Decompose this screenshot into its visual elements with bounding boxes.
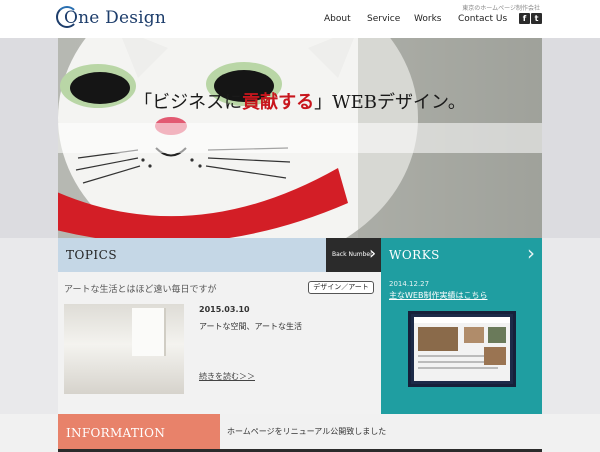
- screenshot-photo: [464, 327, 484, 343]
- chevron-right-icon: ›: [369, 243, 377, 264]
- nav-works[interactable]: Works: [414, 14, 441, 24]
- hero-title-open: 「ビジネスに: [134, 92, 243, 113]
- screenshot-photo: [488, 327, 506, 343]
- topic-photo[interactable]: [64, 304, 184, 394]
- works-title: WORKS: [389, 248, 440, 262]
- photo-window-light: [132, 308, 166, 356]
- site-tagline: 東京のホームページ制作会社: [462, 5, 540, 12]
- social-links: f t: [519, 13, 543, 25]
- hero-title-accent: 貢献する: [242, 92, 315, 113]
- nav-service[interactable]: Service: [367, 14, 400, 24]
- twitter-icon[interactable]: t: [531, 13, 542, 24]
- screenshot-photo: [484, 347, 506, 365]
- hero-title-band: [58, 123, 542, 153]
- facebook-icon[interactable]: f: [519, 13, 530, 24]
- information-title: INFORMATION: [66, 426, 166, 440]
- topic-date: 2015.03.10: [199, 305, 250, 314]
- screenshot-topbar: [414, 317, 510, 323]
- back-number-label: Back Number: [332, 251, 373, 258]
- topics-title: TOPICS: [66, 248, 118, 262]
- screenshot-photo: [418, 327, 458, 351]
- topic-post-heading[interactable]: アートな生活とはほど遠い毎日ですが: [64, 282, 216, 295]
- information-header: INFORMATION: [58, 414, 220, 452]
- main-nav: About Service Works Contact Us: [0, 14, 600, 28]
- read-more-link[interactable]: 続きを読む＞＞: [199, 371, 255, 382]
- topics-header: TOPICS Back Number ›: [58, 238, 381, 272]
- works-chevron-icon[interactable]: ›: [527, 243, 535, 263]
- back-number-button[interactable]: Back Number ›: [326, 238, 381, 272]
- nav-about[interactable]: About: [324, 14, 351, 24]
- hero-title: 「ビジネスに貢献する」WEBデザイン。: [58, 88, 542, 114]
- works-screenshot[interactable]: [408, 311, 516, 387]
- topic-subtitle: アートな空間、アートな生活: [199, 322, 303, 331]
- works-link[interactable]: 主なWEB制作実績はこちら: [389, 290, 487, 301]
- works-date: 2014.12.27: [389, 280, 430, 288]
- nav-contact[interactable]: Contact Us: [458, 14, 507, 24]
- screenshot-text-line: [418, 367, 498, 369]
- hero-title-close: 」WEBデザイン。: [314, 92, 466, 113]
- works-screenshot-screen: [414, 317, 510, 381]
- hero-image: [58, 38, 542, 238]
- information-item[interactable]: ホームページをリニューアル公開致しました: [227, 426, 386, 437]
- works-section: WORKS › 2014.12.27 主なWEB制作実績はこちら: [381, 238, 542, 414]
- topics-section: TOPICS Back Number › アートな生活とはほど遠い毎日ですが デ…: [58, 238, 381, 414]
- screenshot-text-line: [418, 361, 488, 363]
- category-tag[interactable]: デザイン／アート: [308, 281, 374, 294]
- site-header: One Design 東京のホームページ制作会社 About Service W…: [0, 0, 600, 38]
